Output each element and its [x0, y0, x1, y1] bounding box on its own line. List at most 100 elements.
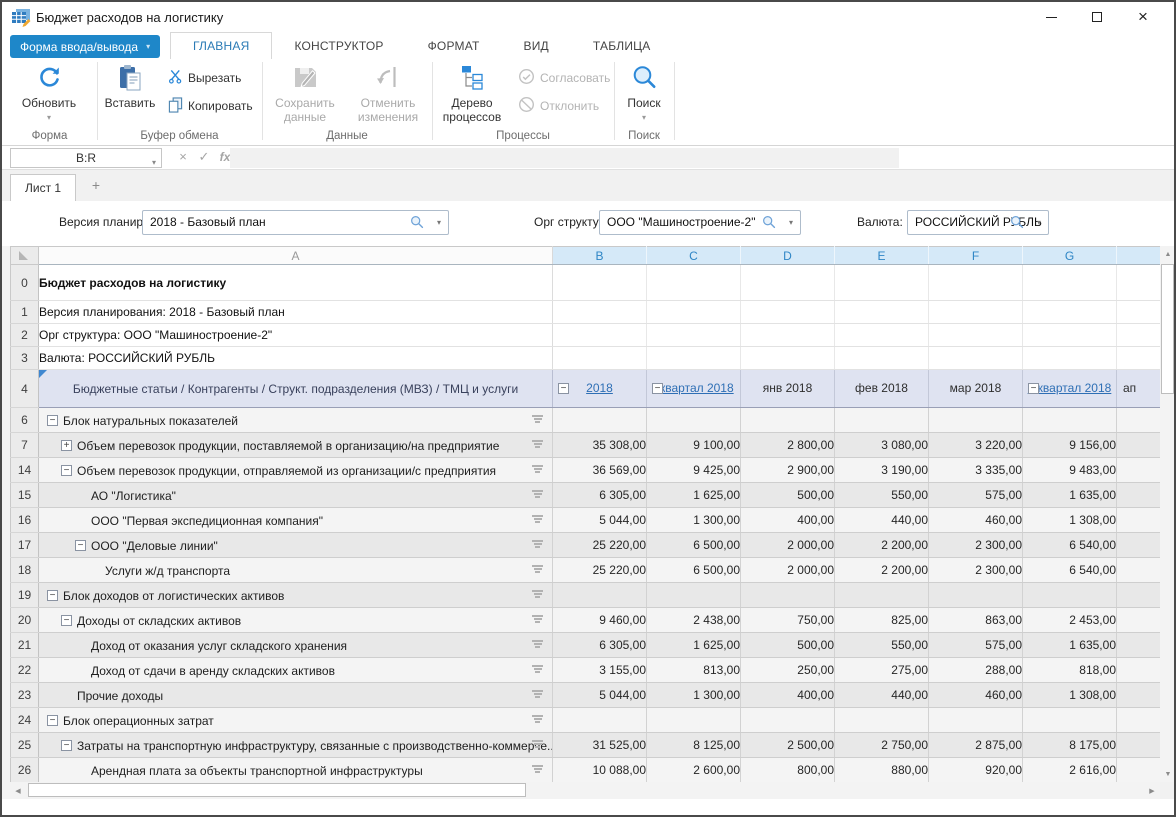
value-cell[interactable]: 1 625,00 [647, 483, 741, 508]
form-io-button[interactable]: Форма ввода/вывода ▾ [10, 35, 160, 58]
value-cell[interactable] [1117, 408, 1161, 433]
value-cell[interactable]: 8 175,00 [1023, 733, 1117, 758]
grid-cell[interactable] [835, 347, 929, 370]
filter-icon[interactable] [532, 715, 543, 724]
value-cell[interactable] [1117, 758, 1161, 783]
item-cell[interactable]: −Затраты на транспортную инфраструктуру,… [39, 733, 553, 758]
collapse-toggle-icon[interactable]: − [61, 740, 72, 751]
search-button[interactable]: Поиск ▾ [618, 64, 670, 125]
item-cell[interactable]: −Блок натуральных показателей [39, 408, 553, 433]
scroll-up-button[interactable]: ▲ [1160, 246, 1176, 262]
period-header-cell[interactable]: янв 2018 [741, 370, 835, 408]
collapse-toggle-icon[interactable]: − [652, 383, 663, 394]
value-cell[interactable]: 818,00 [1023, 658, 1117, 683]
value-cell[interactable] [929, 708, 1023, 733]
value-cell[interactable] [553, 408, 647, 433]
row-header[interactable]: 23 [11, 683, 39, 708]
value-cell[interactable]: 2 200,00 [835, 533, 929, 558]
grid-cell[interactable] [929, 347, 1023, 370]
value-cell[interactable] [1117, 433, 1161, 458]
grid-cell[interactable] [1023, 347, 1117, 370]
value-cell[interactable]: 2 875,00 [929, 733, 1023, 758]
value-cell[interactable] [647, 708, 741, 733]
collapse-toggle-icon[interactable]: − [47, 415, 58, 426]
grid-cell[interactable] [553, 347, 647, 370]
filter-combo[interactable]: ООО "Машиностроение-2"▾ [599, 210, 801, 235]
row-header[interactable]: 22 [11, 658, 39, 683]
filter-icon[interactable] [532, 490, 543, 499]
value-cell[interactable]: 1 300,00 [647, 508, 741, 533]
value-cell[interactable] [1117, 733, 1161, 758]
value-cell[interactable]: 880,00 [835, 758, 929, 783]
item-cell[interactable]: Прочие доходы [39, 683, 553, 708]
item-cell[interactable]: −Блок доходов от логистических активов [39, 583, 553, 608]
value-cell[interactable] [553, 708, 647, 733]
vertical-scroll-thumb[interactable] [1161, 264, 1174, 394]
collapse-toggle-icon[interactable]: − [47, 715, 58, 726]
horizontal-scrollbar[interactable]: ◀ ▶ [10, 782, 1160, 799]
period-header-cell[interactable]: −II квартал 2018 [1023, 370, 1117, 408]
value-cell[interactable] [1117, 558, 1161, 583]
filter-icon[interactable] [532, 415, 543, 424]
column-header-D[interactable]: D [741, 247, 835, 265]
column-header-B[interactable]: B [553, 247, 647, 265]
value-cell[interactable]: 1 635,00 [1023, 633, 1117, 658]
value-cell[interactable]: 36 569,00 [553, 458, 647, 483]
item-cell[interactable]: ООО "Первая экспедиционная компания" [39, 508, 553, 533]
value-cell[interactable]: 813,00 [647, 658, 741, 683]
value-cell[interactable]: 1 308,00 [1023, 683, 1117, 708]
grid-cell[interactable] [929, 324, 1023, 347]
filter-icon[interactable] [532, 765, 543, 774]
value-cell[interactable]: 5 044,00 [553, 508, 647, 533]
value-cell[interactable] [835, 708, 929, 733]
filter-icon[interactable] [532, 740, 543, 749]
row-header[interactable]: 6 [11, 408, 39, 433]
item-cell[interactable]: −Блок операционных затрат [39, 708, 553, 733]
grid-cell[interactable] [929, 265, 1023, 301]
value-cell[interactable]: 2 000,00 [741, 533, 835, 558]
value-cell[interactable]: 2 616,00 [1023, 758, 1117, 783]
value-cell[interactable]: 400,00 [741, 508, 835, 533]
period-header-cell[interactable]: ап [1117, 370, 1161, 408]
value-cell[interactable]: 575,00 [929, 633, 1023, 658]
value-cell[interactable]: 460,00 [929, 683, 1023, 708]
value-cell[interactable]: 575,00 [929, 483, 1023, 508]
value-cell[interactable]: 2 300,00 [929, 558, 1023, 583]
value-cell[interactable]: 550,00 [835, 483, 929, 508]
reject-button[interactable]: Отклонить [518, 97, 599, 115]
value-cell[interactable] [741, 708, 835, 733]
chevron-down-icon[interactable]: ▾ [437, 218, 441, 227]
collapse-toggle-icon[interactable]: − [61, 465, 72, 476]
value-cell[interactable]: 25 220,00 [553, 558, 647, 583]
value-cell[interactable]: 9 156,00 [1023, 433, 1117, 458]
value-cell[interactable]: 460,00 [929, 508, 1023, 533]
chevron-down-icon[interactable]: ▾ [1037, 218, 1041, 227]
row-header[interactable]: 0 [11, 265, 39, 301]
info-cell[interactable]: Бюджет расходов на логистику [39, 265, 553, 301]
value-cell[interactable]: 3 335,00 [929, 458, 1023, 483]
column-header-F[interactable]: F [929, 247, 1023, 265]
value-cell[interactable] [929, 583, 1023, 608]
row-header[interactable]: 3 [11, 347, 39, 370]
value-cell[interactable]: 6 500,00 [647, 533, 741, 558]
row-header[interactable]: 15 [11, 483, 39, 508]
grid-cell[interactable] [1117, 301, 1161, 324]
tab-формат[interactable]: ФОРМАТ [406, 32, 502, 59]
collapse-toggle-icon[interactable]: − [75, 540, 86, 551]
undo-changes-button[interactable]: Отменить изменения [348, 64, 428, 124]
grid-cell[interactable] [647, 324, 741, 347]
item-cell[interactable]: +Объем перевозок продукции, поставляемой… [39, 433, 553, 458]
grid-cell[interactable] [1117, 347, 1161, 370]
close-button[interactable]: × [1120, 2, 1166, 32]
value-cell[interactable]: 9 100,00 [647, 433, 741, 458]
filter-icon[interactable] [532, 615, 543, 624]
refresh-button[interactable]: Обновить ▾ [14, 64, 84, 125]
column-header-A[interactable]: A [39, 247, 553, 265]
value-cell[interactable]: 3 080,00 [835, 433, 929, 458]
filter-combo[interactable]: 2018 - Базовый план▾ [142, 210, 449, 235]
value-cell[interactable]: 3 155,00 [553, 658, 647, 683]
minimize-button[interactable] [1028, 2, 1074, 32]
scroll-left-button[interactable]: ◀ [10, 782, 26, 799]
value-cell[interactable]: 1 635,00 [1023, 483, 1117, 508]
value-cell[interactable] [647, 583, 741, 608]
